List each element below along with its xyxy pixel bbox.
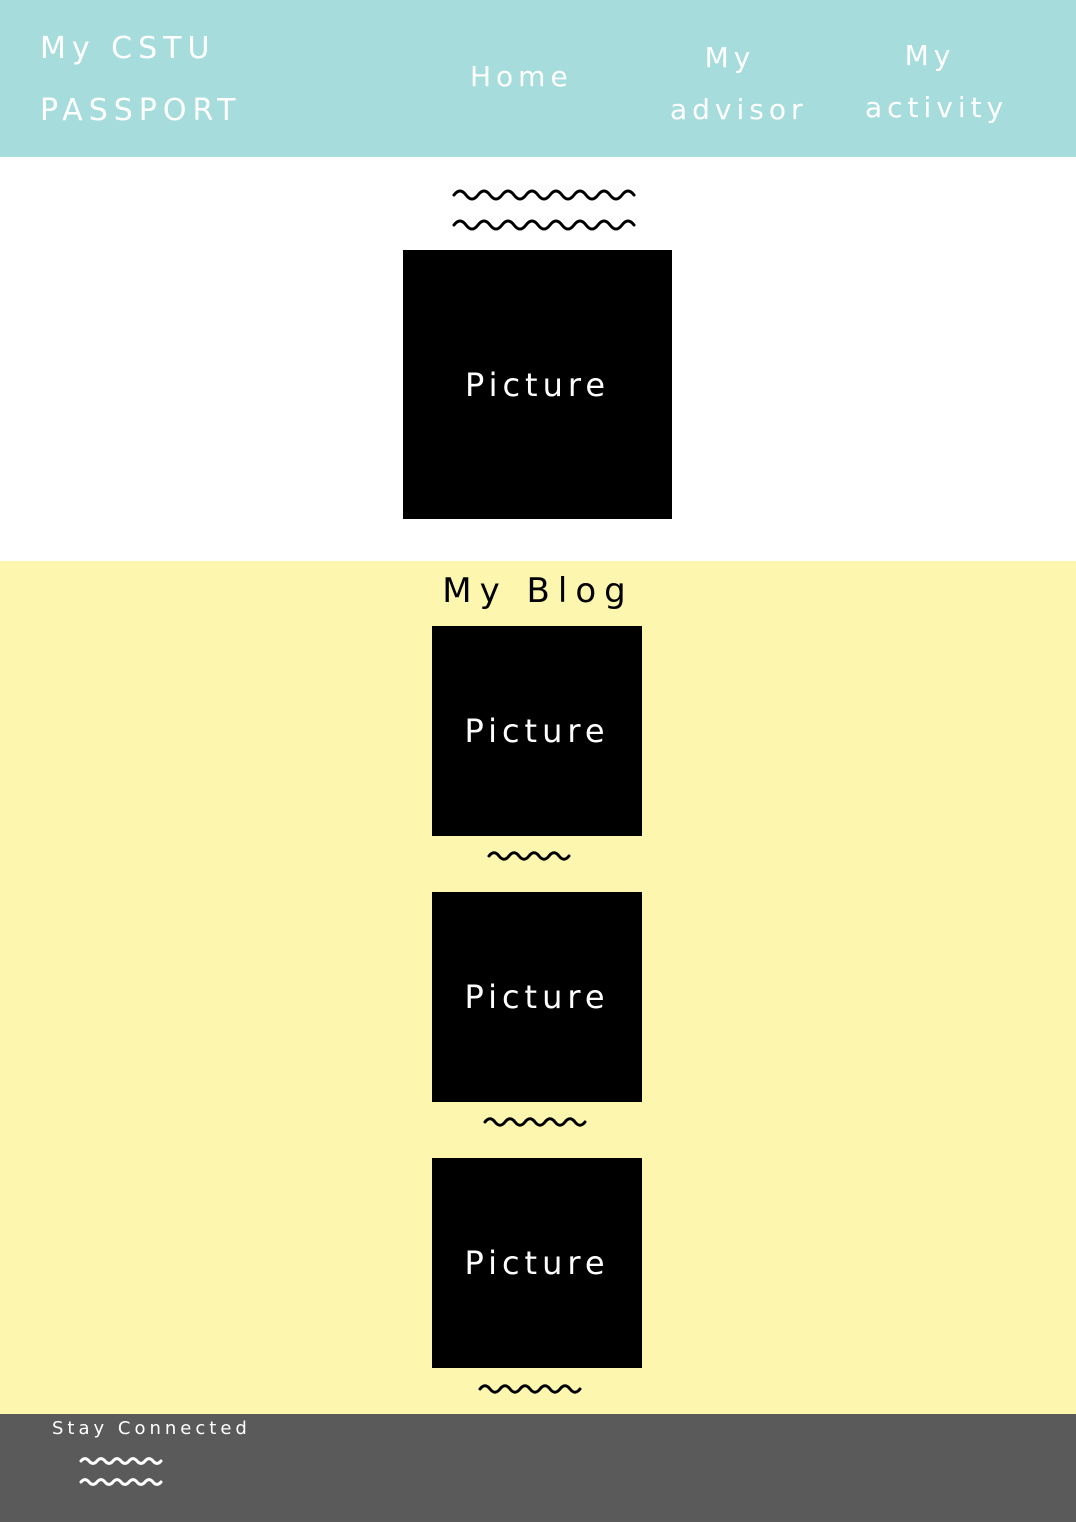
- nav-home-link[interactable]: Home: [470, 60, 573, 93]
- nav-my-activity-link[interactable]: My activity: [865, 30, 1009, 134]
- nav-activity-line-1: My: [904, 39, 956, 72]
- footer-squiggle-1: [79, 1457, 163, 1465]
- nav-my-advisor-link[interactable]: My advisor: [670, 32, 808, 136]
- blog-post-picture-2[interactable]: Picture: [432, 892, 642, 1102]
- footer-squiggle-2: [79, 1478, 163, 1486]
- page: My CSTU PASSPORT Home My advisor My acti…: [0, 0, 1076, 1522]
- brand-line-2: PASSPORT: [40, 93, 242, 128]
- blog-post-picture-3[interactable]: Picture: [432, 1158, 642, 1368]
- blog-post-picture-1[interactable]: Picture: [432, 626, 642, 836]
- nav-advisor-line-1: My: [704, 41, 756, 74]
- blog-post-picture-label: Picture: [464, 978, 610, 1016]
- hero-picture[interactable]: Picture: [403, 250, 672, 519]
- nav-home-label: Home: [470, 60, 573, 93]
- blog-title: My Blog: [442, 571, 634, 611]
- blog-post-caption-squiggle-3: [478, 1384, 582, 1394]
- blog-post-picture-label: Picture: [464, 1244, 610, 1282]
- blog-post-caption-squiggle-1: [487, 851, 571, 861]
- hero-picture-label: Picture: [464, 365, 611, 404]
- site-logo[interactable]: My CSTU PASSPORT: [40, 18, 241, 142]
- footer-stay-connected: Stay Connected: [52, 1418, 251, 1439]
- hero-squiggle-2: [452, 219, 636, 231]
- nav-advisor-line-2: advisor: [670, 93, 808, 126]
- blog-post-picture-label: Picture: [464, 712, 610, 750]
- header-bar: My CSTU PASSPORT Home My advisor My acti…: [0, 0, 1076, 157]
- hero-squiggle-1: [452, 189, 636, 201]
- brand-line-1: My CSTU: [40, 31, 216, 66]
- blog-post-caption-squiggle-2: [483, 1117, 587, 1127]
- nav-activity-line-2: activity: [865, 91, 1009, 124]
